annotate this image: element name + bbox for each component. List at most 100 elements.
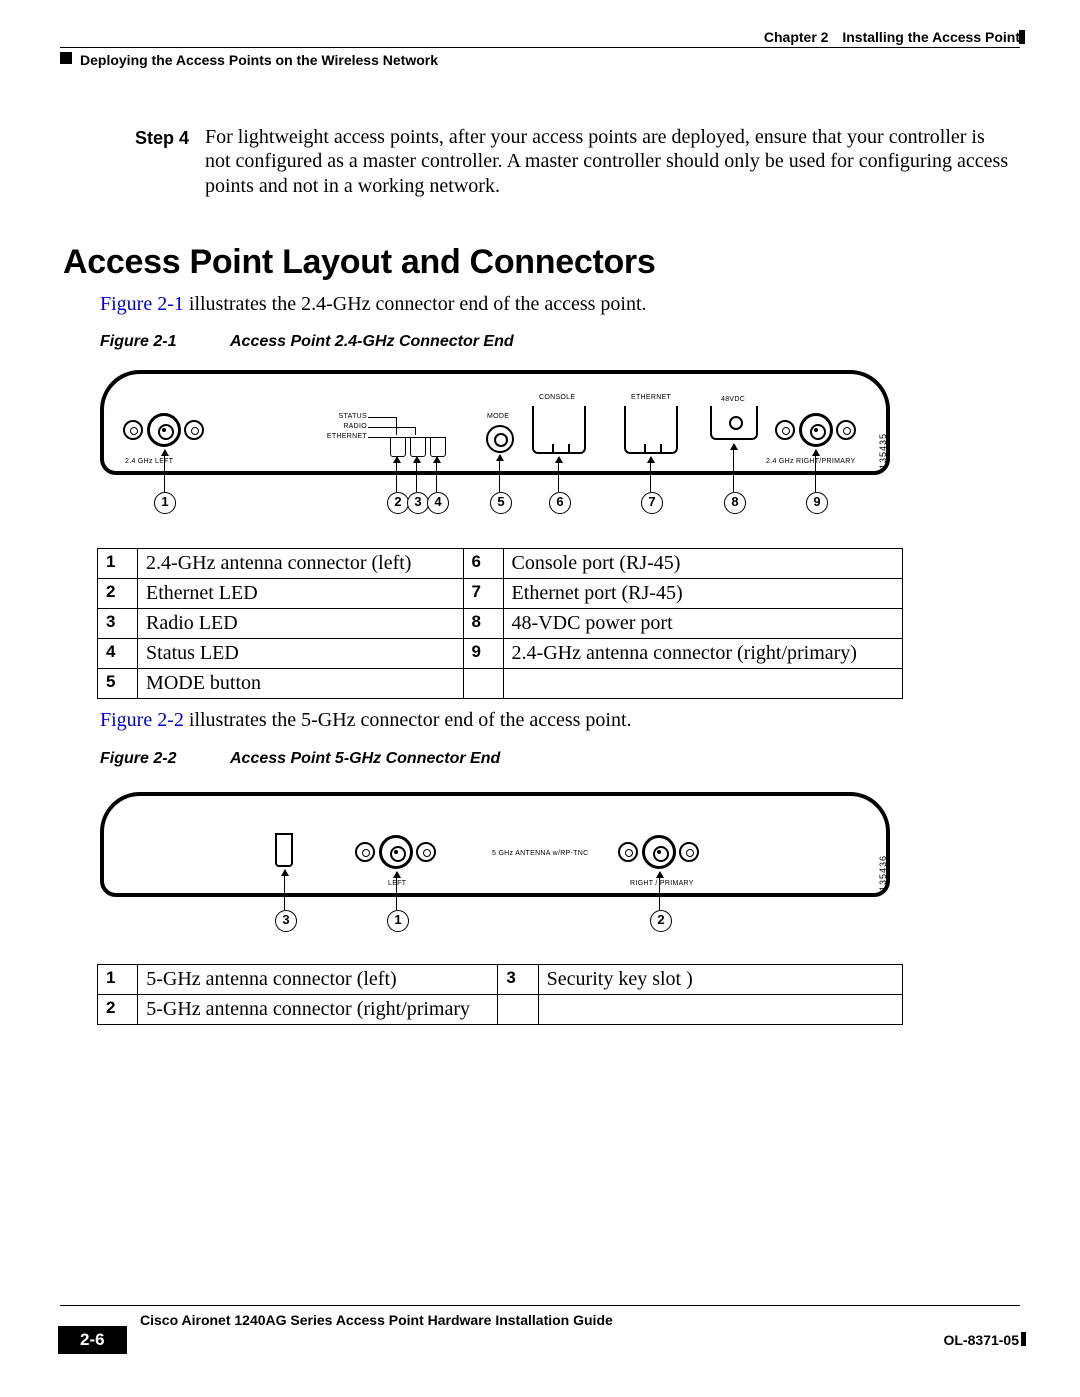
table-row: 12.4-GHz antenna connector (left)6Consol… bbox=[98, 549, 903, 579]
callout-4: 4 bbox=[427, 492, 449, 514]
ethernet-port-label: ETHERNET bbox=[631, 394, 671, 401]
header-rule bbox=[60, 47, 1020, 48]
table-row: 5MODE button bbox=[98, 669, 903, 699]
table-row: 25-GHz antenna connector (right/primary bbox=[98, 995, 903, 1025]
antenna-center-label: 5 GHz ANTENNA w/RP-TNC bbox=[492, 850, 588, 857]
left-antenna-icon bbox=[147, 413, 181, 447]
left-antenna-label: 2.4 GHz LEFT bbox=[125, 458, 173, 465]
led-icon bbox=[430, 437, 446, 457]
figure1-intro: Figure 2-1 illustrates the 2.4-GHz conne… bbox=[100, 293, 920, 316]
left-label: LEFT bbox=[388, 880, 406, 887]
figure2-intro-rest: illustrates the 5-GHz connector end of t… bbox=[184, 709, 632, 731]
header-chapter: Chapter 2 Installing the Access Point bbox=[764, 29, 1020, 45]
callout-7: 7 bbox=[641, 492, 663, 514]
leader-line bbox=[416, 457, 417, 492]
footer-rule bbox=[60, 1305, 1020, 1306]
right-label: RIGHT / PRIMARY bbox=[630, 880, 694, 887]
figure1: 2.4 GHz LEFT STATUS RADIO ETHERNET MODE … bbox=[100, 370, 890, 530]
figure2-caption: Figure 2-2Access Point 5-GHz Connector E… bbox=[100, 750, 500, 768]
callout-2: 2 bbox=[650, 910, 672, 932]
header-section-title: Deploying the Access Points on the Wirel… bbox=[80, 52, 438, 68]
leader-line bbox=[164, 450, 165, 492]
callout-6: 6 bbox=[549, 492, 571, 514]
header-chapter-label: Chapter 2 bbox=[764, 29, 829, 45]
left-screw1-icon bbox=[123, 420, 143, 440]
console-label: CONSOLE bbox=[539, 394, 575, 401]
ethernet-led-label: ETHERNET bbox=[325, 433, 367, 440]
table-row: 3Radio LED848-VDC power port bbox=[98, 609, 903, 639]
leader-line bbox=[284, 870, 285, 910]
left-screw2-icon bbox=[416, 842, 436, 862]
bracket-icon bbox=[396, 417, 397, 435]
mode-label: MODE bbox=[487, 413, 509, 420]
leader-line bbox=[558, 457, 559, 492]
callout-2: 2 bbox=[387, 492, 409, 514]
leader-line bbox=[733, 444, 734, 492]
step-label: Step 4 bbox=[135, 128, 189, 149]
right-screw1-icon bbox=[618, 842, 638, 862]
bracket-icon bbox=[415, 427, 416, 435]
right-screw1-icon bbox=[775, 420, 795, 440]
leader-line bbox=[659, 872, 660, 910]
figure2-caption-title: Access Point 5-GHz Connector End bbox=[230, 750, 500, 767]
left-screw2-icon bbox=[184, 420, 204, 440]
led-icon bbox=[390, 437, 406, 457]
vdc-label: 48VDC bbox=[721, 396, 745, 403]
power-port-icon bbox=[710, 406, 758, 440]
right-screw2-icon bbox=[679, 842, 699, 862]
leader-line bbox=[436, 457, 437, 492]
ethernet-port-icon bbox=[624, 406, 678, 454]
figure1-caption-num: Figure 2-1 bbox=[100, 333, 230, 351]
radio-label: RADIO bbox=[325, 423, 367, 430]
callout-1: 1 bbox=[387, 910, 409, 932]
table-row: 15-GHz antenna connector (left)3Security… bbox=[98, 965, 903, 995]
footer-page-number: 2-6 bbox=[58, 1326, 127, 1354]
leader-line bbox=[650, 457, 651, 492]
security-slot-icon bbox=[275, 833, 293, 867]
status-label: STATUS bbox=[325, 413, 367, 420]
step-text: For lightweight access points, after you… bbox=[205, 125, 1015, 198]
figure2-id: 135436 bbox=[878, 855, 888, 891]
callout-1: 1 bbox=[154, 492, 176, 514]
figure2-caption-num: Figure 2-2 bbox=[100, 750, 230, 768]
leader-line bbox=[815, 450, 816, 492]
leader-line bbox=[396, 872, 397, 910]
table-row: 2Ethernet LED7Ethernet port (RJ-45) bbox=[98, 579, 903, 609]
right-screw2-icon bbox=[836, 420, 856, 440]
figure1-legend-table: 12.4-GHz antenna connector (left)6Consol… bbox=[97, 548, 903, 699]
figure1-intro-rest: illustrates the 2.4-GHz connector end of… bbox=[184, 293, 647, 315]
bracket-icon bbox=[368, 427, 415, 428]
figure1-id: 135435 bbox=[878, 433, 888, 469]
left-antenna-icon bbox=[379, 835, 413, 869]
figure2-link[interactable]: Figure 2-2 bbox=[100, 709, 184, 731]
footer-guide-title: Cisco Aironet 1240AG Series Access Point… bbox=[140, 1312, 613, 1328]
device-outline bbox=[100, 792, 890, 897]
header-chapter-title: Installing the Access Point bbox=[842, 29, 1020, 45]
header-chapter-endrule bbox=[1019, 30, 1025, 44]
mode-button-icon bbox=[486, 425, 514, 453]
figure1-link[interactable]: Figure 2-1 bbox=[100, 293, 184, 315]
callout-3: 3 bbox=[275, 910, 297, 932]
page-title: Access Point Layout and Connectors bbox=[63, 243, 655, 282]
figure2-legend-table: 15-GHz antenna connector (left)3Security… bbox=[97, 964, 903, 1025]
callout-9: 9 bbox=[806, 492, 828, 514]
right-antenna-label: 2.4 GHz RIGHT/PRIMARY bbox=[766, 458, 855, 465]
left-screw1-icon bbox=[355, 842, 375, 862]
leader-line bbox=[499, 455, 500, 492]
right-antenna-icon bbox=[799, 413, 833, 447]
figure2-intro: Figure 2-2 illustrates the 5-GHz connect… bbox=[100, 709, 920, 732]
callout-8: 8 bbox=[724, 492, 746, 514]
footer-doc-id: OL-8371-05 bbox=[944, 1332, 1019, 1348]
table-row: 4Status LED92.4-GHz antenna connector (r… bbox=[98, 639, 903, 669]
right-antenna-icon bbox=[642, 835, 676, 869]
bracket-icon bbox=[368, 417, 396, 418]
figure1-caption-title: Access Point 2.4-GHz Connector End bbox=[230, 333, 514, 350]
footer-doc-endrule bbox=[1021, 1332, 1026, 1346]
callout-3: 3 bbox=[407, 492, 429, 514]
callout-5: 5 bbox=[490, 492, 512, 514]
console-port-icon bbox=[532, 406, 586, 454]
figure2: LEFT 5 GHz ANTENNA w/RP-TNC RIGHT / PRIM… bbox=[100, 792, 890, 952]
leader-line bbox=[396, 457, 397, 492]
header-bullet bbox=[60, 52, 72, 64]
figure1-caption: Figure 2-1Access Point 2.4-GHz Connector… bbox=[100, 333, 514, 351]
